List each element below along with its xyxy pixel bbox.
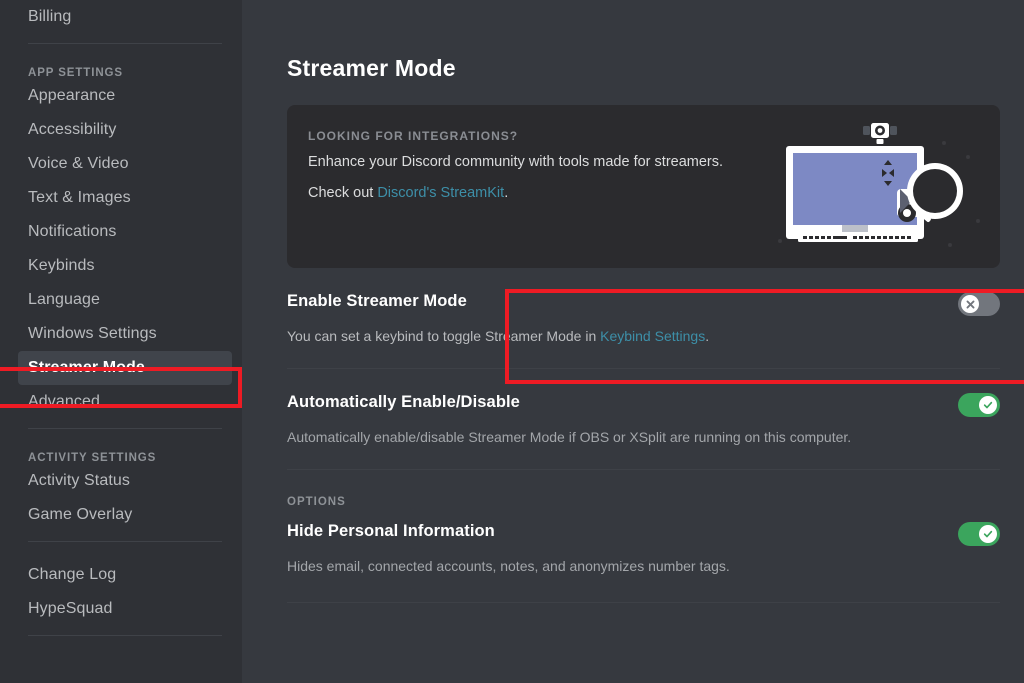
- sidebar-section-app-settings: APP SETTINGS: [28, 67, 123, 79]
- setting-enable-streamer-mode: Enable Streamer Mode You can set a keybi…: [287, 268, 1000, 369]
- sidebar-divider: [28, 635, 222, 636]
- sidebar-item-text-and-images[interactable]: Text & Images: [18, 181, 232, 215]
- setting-description: Automatically enable/disable Streamer Mo…: [287, 429, 852, 445]
- setting-automatically-enable-disable: Automatically Enable/Disable Automatical…: [287, 369, 1000, 470]
- sidebar-item-language[interactable]: Language: [18, 283, 232, 317]
- toggle-knob-on-icon: [979, 396, 997, 414]
- promo-cta-line: Check out Discord's StreamKit.: [308, 185, 1000, 201]
- setting-title: Enable Streamer Mode: [287, 292, 467, 310]
- sidebar-item-hypesquad[interactable]: HypeSquad: [18, 592, 232, 626]
- sidebar-item-label: Voice & Video: [28, 155, 129, 172]
- setting-description: Hides email, connected accounts, notes, …: [287, 558, 730, 574]
- toggle-knob-off-icon: [961, 295, 979, 313]
- settings-sidebar: Billing APP SETTINGS Appearance Accessib…: [0, 0, 242, 683]
- setting-hide-personal-information: Hide Personal Information Hides email, c…: [287, 508, 1000, 603]
- sidebar-item-label: Language: [28, 291, 100, 308]
- streamkit-link[interactable]: Discord's StreamKit: [377, 185, 504, 201]
- promo-eyebrow: LOOKING FOR INTEGRATIONS?: [308, 129, 519, 143]
- setting-title: Hide Personal Information: [287, 522, 495, 540]
- sidebar-item-billing[interactable]: Billing: [18, 0, 232, 34]
- toggle-automatically-enable-disable[interactable]: [958, 393, 1000, 417]
- sidebar-item-label: Notifications: [28, 223, 117, 240]
- options-section-label: OPTIONS: [287, 496, 346, 508]
- toggle-enable-streamer-mode[interactable]: [958, 292, 1000, 316]
- sidebar-item-activity-status[interactable]: Activity Status: [18, 464, 232, 498]
- sidebar-item-label: Streamer Mode: [28, 359, 145, 376]
- sidebar-divider: [28, 43, 222, 44]
- sidebar-item-streamer-mode[interactable]: Streamer Mode: [18, 351, 232, 385]
- sidebar-item-label: Activity Status: [28, 472, 130, 489]
- setting-desc-suffix: .: [705, 328, 710, 344]
- sidebar-item-notifications[interactable]: Notifications: [18, 215, 232, 249]
- sidebar-item-change-log[interactable]: Change Log: [18, 558, 232, 592]
- sidebar-divider: [28, 541, 222, 542]
- sidebar-item-game-overlay[interactable]: Game Overlay: [18, 498, 232, 532]
- sidebar-section-activity-settings: ACTIVITY SETTINGS: [28, 452, 157, 464]
- setting-description: You can set a keybind to toggle Streamer…: [287, 328, 927, 344]
- sidebar-item-label: Keybinds: [28, 257, 95, 274]
- setting-divider: [287, 469, 1000, 470]
- sidebar-item-voice-and-video[interactable]: Voice & Video: [18, 147, 232, 181]
- sidebar-item-label: Windows Settings: [28, 325, 157, 342]
- setting-divider: [287, 602, 1000, 603]
- sidebar-item-keybinds[interactable]: Keybinds: [18, 249, 232, 283]
- setting-desc-prefix: You can set a keybind to toggle Streamer…: [287, 328, 601, 344]
- setting-header-row: Hide Personal Information: [287, 522, 1000, 546]
- sidebar-scroll-area[interactable]: Billing APP SETTINGS Appearance Accessib…: [0, 0, 242, 636]
- streamkit-promo-card: LOOKING FOR INTEGRATIONS? Enhance your D…: [287, 105, 1000, 268]
- sidebar-item-label: Appearance: [28, 87, 116, 104]
- toggle-hide-personal-information[interactable]: [958, 522, 1000, 546]
- sidebar-item-label: Change Log: [28, 566, 117, 583]
- promo-description: Enhance your Discord community with tool…: [308, 154, 724, 170]
- keybind-settings-link[interactable]: Keybind Settings: [600, 328, 705, 344]
- sidebar-item-windows-settings[interactable]: Windows Settings: [18, 317, 232, 351]
- discord-settings-window: Billing APP SETTINGS Appearance Accessib…: [0, 0, 1024, 683]
- toggle-knob-on-icon: [979, 525, 997, 543]
- promo-cta-suffix: .: [504, 185, 509, 201]
- setting-title: Automatically Enable/Disable: [287, 393, 520, 411]
- sidebar-item-label: Accessibility: [28, 121, 117, 138]
- sidebar-item-label: Game Overlay: [28, 506, 133, 523]
- setting-header-row: Enable Streamer Mode: [287, 292, 1000, 316]
- page-title: Streamer Mode: [287, 55, 456, 81]
- sidebar-item-label: Text & Images: [28, 189, 131, 206]
- sidebar-item-label: HypeSquad: [28, 600, 113, 617]
- promo-cta-prefix: Check out: [308, 185, 378, 201]
- settings-content-panel: Streamer Mode LOOKING FOR INTEGRATIONS? …: [242, 0, 1024, 683]
- setting-header-row: Automatically Enable/Disable: [287, 393, 1000, 417]
- sidebar-item-advanced[interactable]: Advanced: [18, 385, 232, 419]
- sidebar-item-accessibility[interactable]: Accessibility: [18, 113, 232, 147]
- sidebar-item-label: Billing: [28, 8, 72, 25]
- sidebar-item-appearance[interactable]: Appearance: [18, 79, 232, 113]
- sidebar-item-label: Advanced: [28, 393, 100, 410]
- promo-text-block: LOOKING FOR INTEGRATIONS? Enhance your D…: [287, 105, 1000, 201]
- sidebar-divider: [28, 428, 222, 429]
